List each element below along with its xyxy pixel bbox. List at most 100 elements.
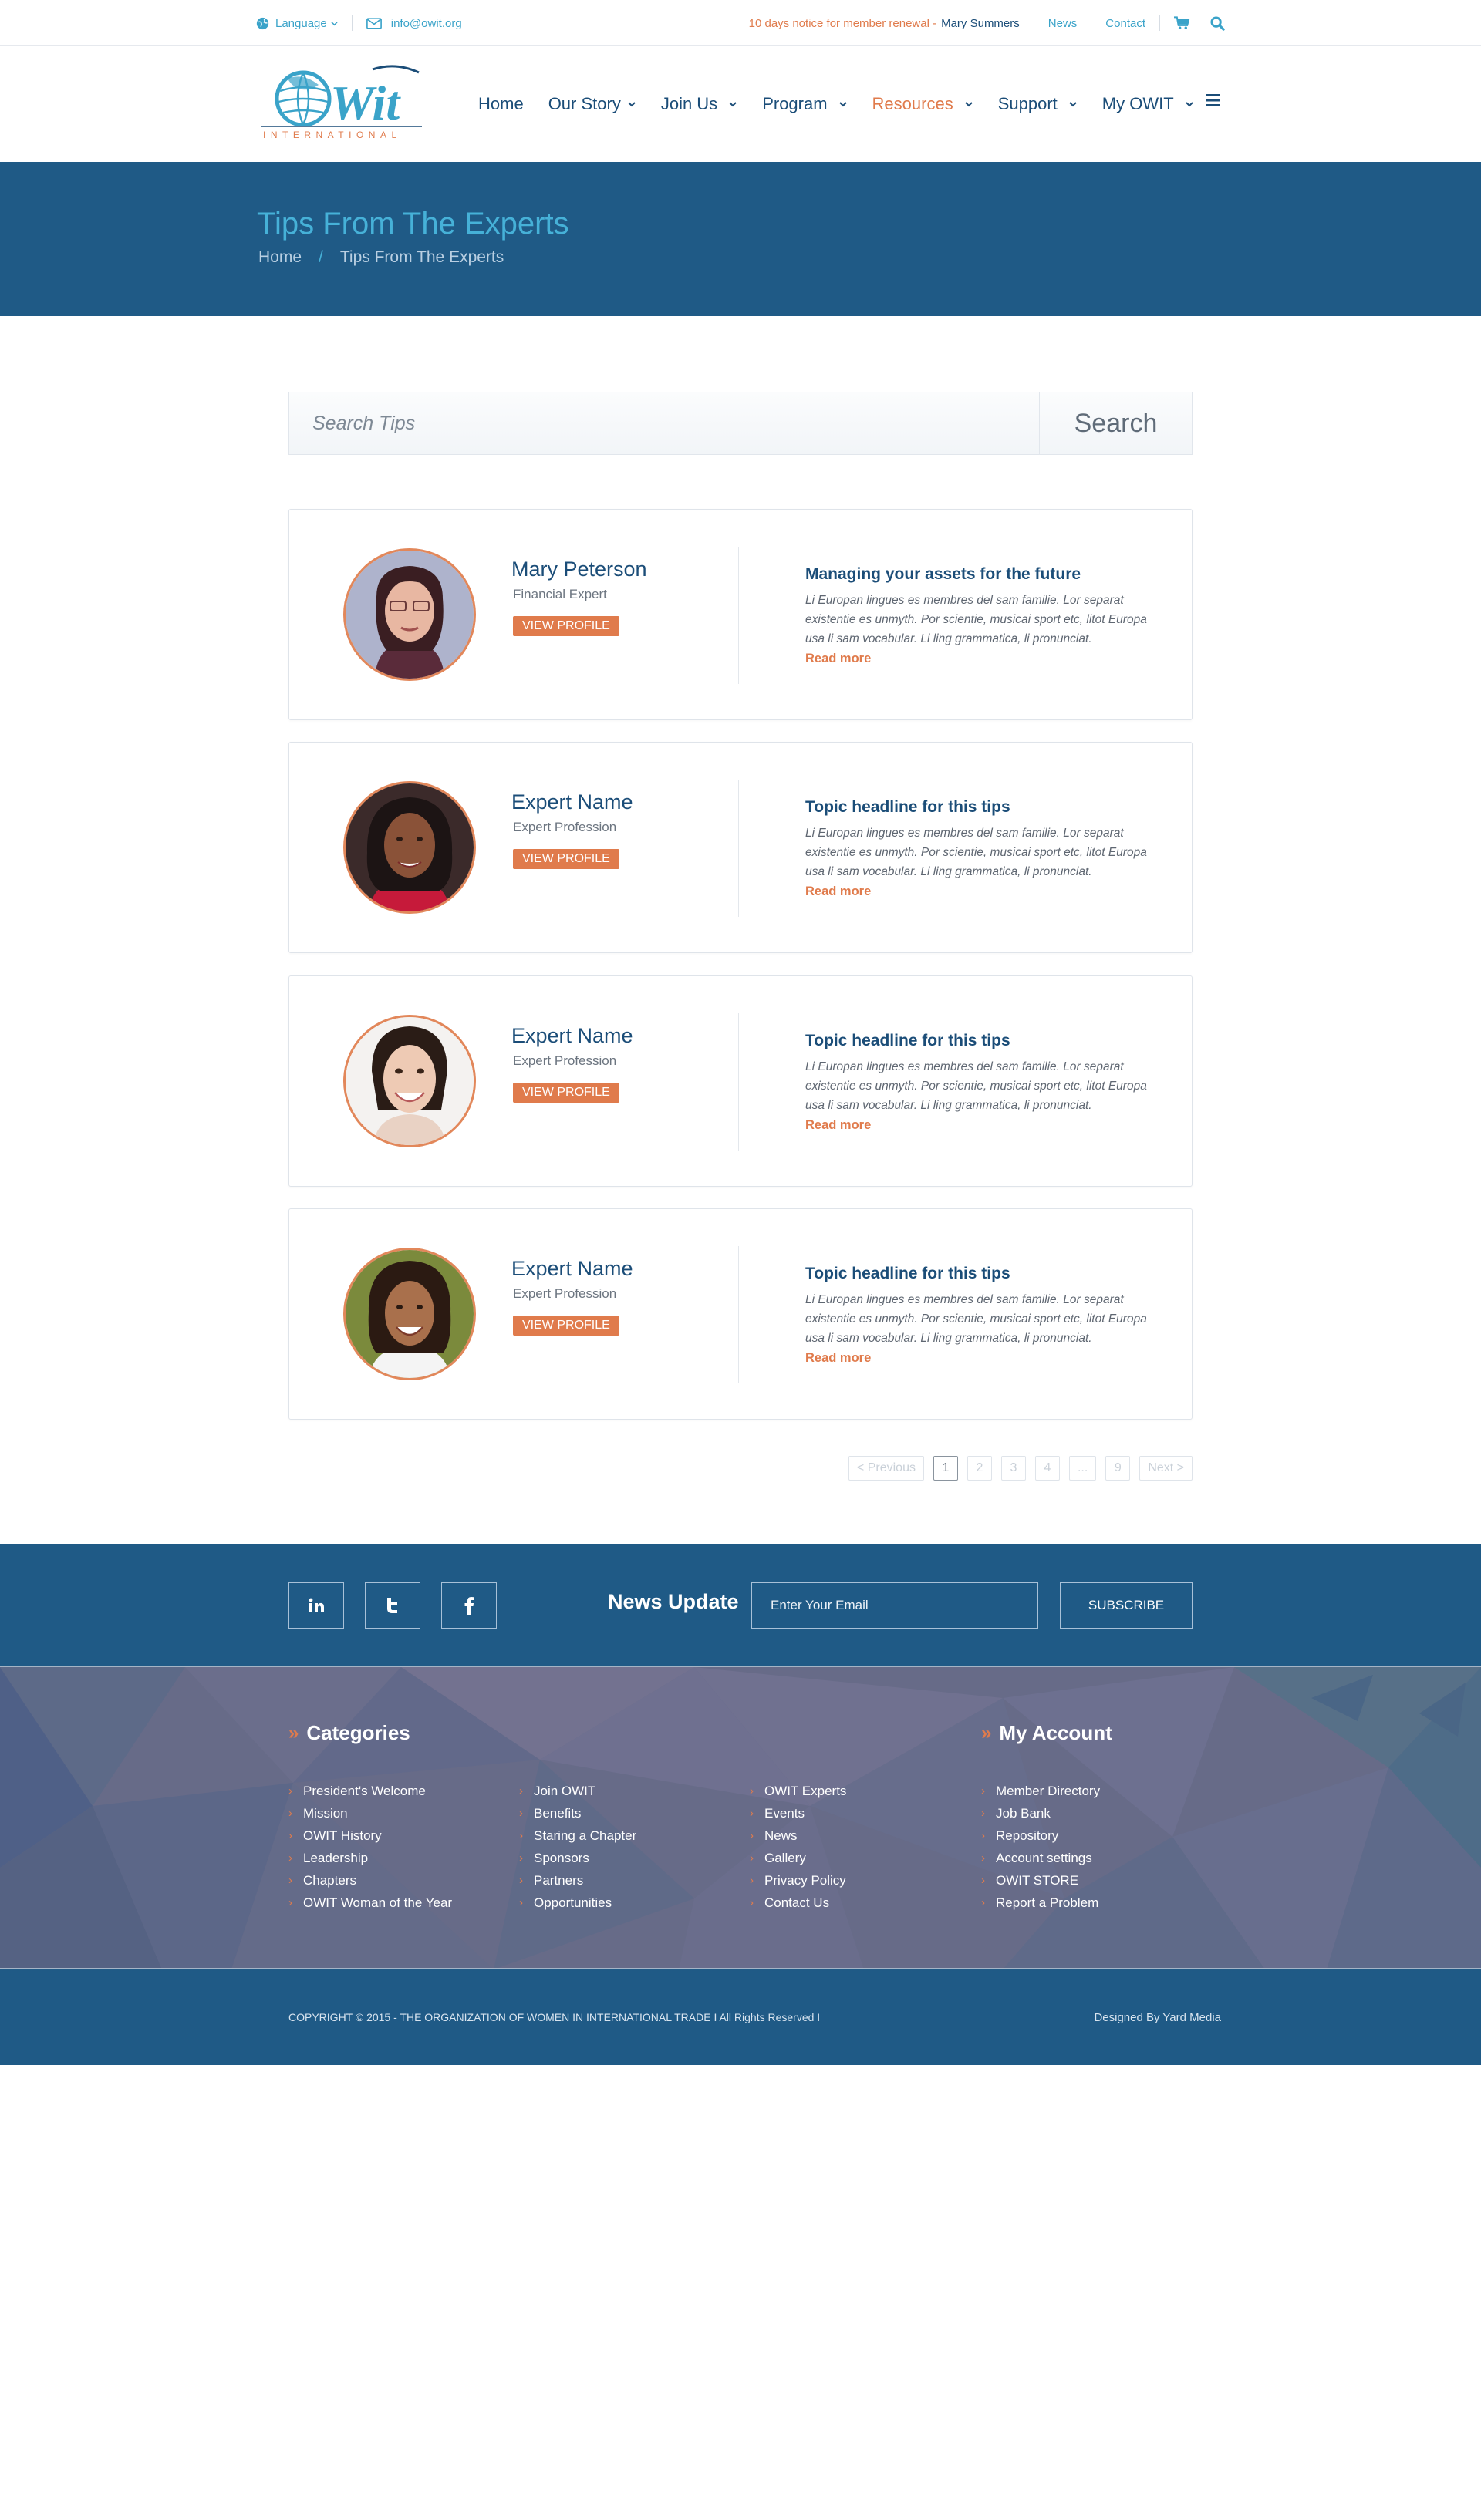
view-profile-button[interactable]: VIEW PROFILE — [513, 1316, 619, 1336]
footer-link[interactable]: › Sponsors — [519, 1847, 636, 1869]
search-input[interactable] — [289, 392, 1039, 454]
polygon-background — [0, 1667, 1481, 1968]
footer-link[interactable]: › Job Bank — [981, 1802, 1100, 1824]
view-profile-button[interactable]: VIEW PROFILE — [513, 616, 619, 636]
menu-button[interactable] — [1206, 94, 1220, 106]
footer-link-label: Join OWIT — [534, 1783, 596, 1798]
footer-link[interactable]: › Opportunities — [519, 1892, 636, 1914]
page-title-band: Tips From The Experts Home / Tips From T… — [0, 162, 1481, 316]
cart-button[interactable] — [1174, 16, 1190, 30]
read-more-link[interactable]: Read more — [805, 884, 871, 899]
search-icon — [1210, 15, 1225, 31]
expert-avatar[interactable] — [343, 781, 476, 914]
news-link[interactable]: News — [1048, 17, 1078, 30]
footer-link[interactable]: › OWIT STORE — [981, 1869, 1100, 1892]
nav-home[interactable]: Home — [478, 94, 524, 114]
footer-link-label: Partners — [534, 1872, 584, 1888]
search-button[interactable] — [1210, 15, 1225, 31]
footer-link[interactable]: › Chapters — [288, 1869, 452, 1892]
view-profile-button[interactable]: VIEW PROFILE — [513, 1083, 619, 1103]
pagination-page[interactable]: 3 — [1000, 1456, 1026, 1481]
hamburger-icon — [1206, 94, 1220, 106]
subscribe-button[interactable]: SUBSCRIBE — [1060, 1582, 1193, 1629]
footer-link[interactable]: › Repository — [981, 1824, 1100, 1847]
footer-link[interactable]: › Account settings — [981, 1847, 1100, 1869]
tip-title[interactable]: Topic headline for this tips — [805, 798, 1010, 817]
facebook-button[interactable] — [441, 1582, 497, 1629]
footer-link-label: Staring a Chapter — [534, 1828, 637, 1843]
expert-name: Mary Peterson — [511, 558, 647, 581]
expert-name: Expert Name — [511, 1257, 633, 1280]
footer-link[interactable]: › Events — [750, 1802, 846, 1824]
expert-avatar[interactable] — [343, 1015, 476, 1147]
view-profile-button[interactable]: VIEW PROFILE — [513, 849, 619, 869]
footer-link-label: Chapters — [303, 1872, 356, 1888]
pagination-page[interactable]: 4 — [1034, 1456, 1060, 1481]
nav-my-owit[interactable]: My OWIT — [1102, 94, 1194, 114]
chevron-right-icon: › — [981, 1896, 985, 1909]
footer-link[interactable]: › Report a Problem — [981, 1892, 1100, 1914]
cart-icon — [1174, 16, 1190, 29]
pagination-previous[interactable]: < Previous — [848, 1456, 924, 1481]
chevron-right-icon: › — [288, 1807, 292, 1820]
footer-link[interactable]: › OWIT History — [288, 1824, 452, 1847]
footer-link[interactable]: › Staring a Chapter — [519, 1824, 636, 1847]
read-more-link[interactable]: Read more — [805, 652, 871, 666]
nav-label: Our Story — [548, 94, 621, 113]
globe-icon — [256, 17, 269, 29]
user-name-link[interactable]: Mary Summers — [941, 17, 1020, 30]
footer-link[interactable]: › OWIT Experts — [750, 1780, 846, 1802]
nav-program[interactable]: Program — [762, 94, 847, 114]
footer-link-label: Report a Problem — [996, 1895, 1099, 1910]
footer-link[interactable]: › Contact Us — [750, 1892, 846, 1914]
pagination-page[interactable]: 2 — [967, 1456, 992, 1481]
tip-title[interactable]: Topic headline for this tips — [805, 1032, 1010, 1050]
nav-support[interactable]: Support — [998, 94, 1078, 114]
search-submit-button[interactable]: Search — [1039, 392, 1192, 454]
read-more-link[interactable]: Read more — [805, 1118, 871, 1133]
contact-link[interactable]: Contact — [1105, 17, 1145, 30]
designed-by-link[interactable]: Designed By Yard Media — [1094, 2011, 1221, 2024]
pagination-page[interactable]: 9 — [1105, 1456, 1131, 1481]
expert-avatar[interactable] — [343, 1248, 476, 1380]
twitter-button[interactable] — [365, 1582, 420, 1629]
owit-logo[interactable]: Wit INTERNATIONAL — [257, 62, 427, 147]
footer-link[interactable]: › Partners — [519, 1869, 636, 1892]
footer-link[interactable]: › Benefits — [519, 1802, 636, 1824]
newsletter-label: News Update — [608, 1590, 739, 1613]
tip-excerpt: Li Europan lingues es membres del sam fa… — [805, 1293, 1147, 1345]
tip-title[interactable]: Topic headline for this tips — [805, 1265, 1010, 1283]
pagination-page-current[interactable]: 1 — [933, 1456, 958, 1481]
email-link[interactable]: info@owit.org — [366, 17, 462, 30]
expert-profession: Expert Profession — [513, 1286, 617, 1301]
footer-link[interactable]: › President's Welcome — [288, 1780, 452, 1802]
footer-link[interactable]: › OWIT Woman of the Year — [288, 1892, 452, 1914]
chevron-down-icon — [838, 102, 847, 107]
footer-link[interactable]: › Gallery — [750, 1847, 846, 1869]
footer-link[interactable]: › Mission — [288, 1802, 452, 1824]
chevron-down-icon — [1185, 102, 1193, 107]
linkedin-button[interactable] — [288, 1582, 344, 1629]
tip-excerpt: Li Europan lingues es membres del sam fa… — [805, 1060, 1147, 1112]
newsletter-email-input[interactable] — [751, 1582, 1038, 1629]
tip-title[interactable]: Managing your assets for the future — [805, 565, 1081, 584]
footer-link-label: Contact Us — [764, 1895, 830, 1910]
email-label: info@owit.org — [390, 16, 462, 30]
pagination-next[interactable]: Next > — [1139, 1456, 1193, 1481]
footer-link[interactable]: › Join OWIT — [519, 1780, 636, 1802]
envelope-icon — [366, 17, 382, 29]
renewal-notice: 10 days notice for member renewal - — [748, 16, 937, 30]
breadcrumb-home[interactable]: Home — [258, 248, 302, 267]
footer-link[interactable]: › Privacy Policy — [750, 1869, 846, 1892]
chevron-right-icon: › — [519, 1784, 523, 1797]
nav-our-story[interactable]: Our Story — [548, 94, 636, 114]
language-selector[interactable]: Language — [256, 17, 338, 30]
footer-link[interactable]: › Leadership — [288, 1847, 452, 1869]
nav-resources[interactable]: Resources — [872, 94, 973, 114]
nav-join-us[interactable]: Join Us — [661, 94, 737, 114]
footer-link[interactable]: › News — [750, 1824, 846, 1847]
expert-avatar[interactable] — [343, 548, 476, 681]
read-more-link[interactable]: Read more — [805, 1351, 871, 1366]
footer-link[interactable]: › Member Directory — [981, 1780, 1100, 1802]
expert-name: Expert Name — [511, 790, 633, 814]
